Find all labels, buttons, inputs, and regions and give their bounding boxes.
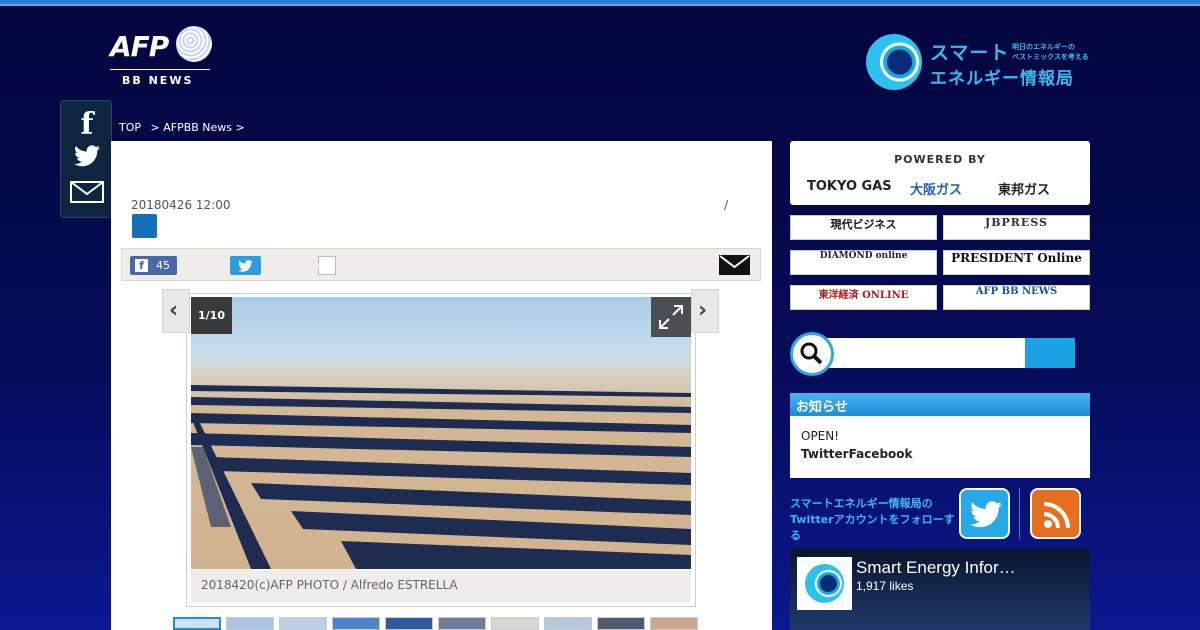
gallery-thumbnails xyxy=(173,617,703,630)
afp-logo-sub: BB NEWS xyxy=(122,74,194,87)
powered-by-box: POWERED BY TOKYO GAS 大阪ガス 東邦ガス xyxy=(790,141,1090,205)
gallery-next-button[interactable]: › xyxy=(691,289,719,333)
globe-icon xyxy=(805,564,844,603)
search-input[interactable] xyxy=(810,338,1050,368)
site-title-line2: エネルギー情報局 xyxy=(930,69,1074,89)
globe-icon xyxy=(866,34,922,90)
mail-icon[interactable] xyxy=(61,181,113,207)
top-accent-bar xyxy=(0,0,1200,6)
site-tagline-line1: 明日のエネルギーの xyxy=(1012,43,1075,51)
facebook-share-button[interactable]: f 45 xyxy=(130,256,177,275)
notice-box: お知らせ OPEN! TwitterFacebook xyxy=(790,393,1090,478)
sponsor-toho-gas[interactable]: 東邦ガス xyxy=(998,179,1050,198)
twitter-icon xyxy=(970,501,1002,528)
smart-energy-logo[interactable]: スマート 明日のエネルギーの ベストミックスを考える エネルギー情報局 xyxy=(866,34,1098,92)
rss-icon xyxy=(1043,502,1070,529)
date-separator: / xyxy=(724,198,729,212)
social-share-sidebar: f xyxy=(60,100,112,218)
breadcrumb-afpbb-link[interactable]: > AFPBB News > xyxy=(151,121,245,134)
expand-button[interactable] xyxy=(651,297,691,337)
thumbnail[interactable] xyxy=(226,617,274,630)
hatena-bookmark-count[interactable] xyxy=(317,256,336,275)
partner-jbpress[interactable]: JBPRESS xyxy=(943,215,1090,240)
divider xyxy=(1019,488,1020,539)
logo-divider xyxy=(110,69,210,70)
notice-heading: お知らせ xyxy=(790,393,1090,416)
site-title-line1: スマート xyxy=(930,42,1010,64)
thumbnail[interactable] xyxy=(173,617,221,630)
twitter-icon[interactable] xyxy=(61,145,113,171)
partner-gendai-business[interactable]: 現代ビジネス xyxy=(790,215,937,240)
thumbnail[interactable] xyxy=(385,617,433,630)
twitter-follow-text[interactable]: スマートエネルギー情報局の Twitterアカウントをフォローする xyxy=(790,496,960,544)
thumbnail[interactable] xyxy=(491,617,539,630)
category-tag[interactable] xyxy=(132,214,157,238)
thumbnail[interactable] xyxy=(650,617,698,630)
mail-share-button[interactable] xyxy=(719,255,750,275)
gallery-photo[interactable]: 1/10 xyxy=(191,297,691,569)
facebook-icon: f xyxy=(135,259,148,272)
mail-icon xyxy=(719,255,750,275)
photo-counter: 1/10 xyxy=(191,297,232,334)
gallery-prev-button[interactable]: ‹ xyxy=(162,289,190,333)
partner-toyo-keizai[interactable]: 東洋経済 ONLINE xyxy=(790,285,937,310)
notice-line1: OPEN! xyxy=(801,429,840,443)
search-icon[interactable] xyxy=(790,332,834,376)
article-card: 20180426 12:00 / f 45 1/10 2018420(c)AFP… xyxy=(111,141,772,630)
thumbnail[interactable] xyxy=(597,617,645,630)
article-date: 20180426 12:00 xyxy=(131,198,231,212)
expand-icon xyxy=(659,305,683,329)
photo-gallery: 1/10 2018420(c)AFP PHOTO / Alfredo ESTRE… xyxy=(186,293,696,607)
thumbnail[interactable] xyxy=(438,617,486,630)
facebook-icon[interactable]: f xyxy=(61,107,113,142)
sponsor-osaka-gas[interactable]: 大阪ガス xyxy=(910,179,962,198)
breadcrumb: TOP > AFPBB News > xyxy=(119,121,251,134)
sponsor-tokyo-gas[interactable]: TOKYO GAS xyxy=(807,179,892,194)
fb-page-likes: 1,917 likes xyxy=(856,579,914,593)
afp-bb-news-logo[interactable]: AFP BB NEWS xyxy=(108,24,214,88)
rss-feed-button[interactable] xyxy=(1030,488,1081,539)
notice-line2[interactable]: TwitterFacebook xyxy=(801,447,913,461)
chevron-right-icon: › xyxy=(698,298,708,323)
solar-farm-photo xyxy=(191,385,691,569)
search-button[interactable] xyxy=(1025,338,1075,368)
thumbnail[interactable] xyxy=(544,617,592,630)
breadcrumb-top-link[interactable]: TOP xyxy=(119,121,141,134)
partner-afpbb-news[interactable]: AFP BB NEWS xyxy=(943,285,1090,310)
thumbnail[interactable] xyxy=(279,617,327,630)
facebook-share-count: 45 xyxy=(156,259,170,272)
twitter-follow-button[interactable] xyxy=(959,488,1010,539)
partner-president-online[interactable]: PRESIDENT Online xyxy=(943,250,1090,275)
photo-caption: 2018420(c)AFP PHOTO / Alfredo ESTRELLA xyxy=(191,570,691,602)
thumbnail[interactable] xyxy=(332,617,380,630)
chevron-left-icon: ‹ xyxy=(169,298,179,323)
partner-diamond-online[interactable]: DIAMOND online xyxy=(790,250,937,275)
search-box xyxy=(790,332,1090,376)
site-tagline-line2: ベストミックスを考える xyxy=(1012,53,1089,61)
twitter-share-button[interactable] xyxy=(230,256,261,275)
fb-page-name[interactable]: Smart Energy Infor… xyxy=(856,558,1016,578)
twitter-icon xyxy=(238,260,253,272)
facebook-page-widget[interactable]: Smart Energy Infor… 1,917 likes xyxy=(790,549,1090,630)
afp-logo-text: AFP xyxy=(110,30,169,63)
powered-by-label: POWERED BY xyxy=(894,153,986,166)
share-bar: f 45 xyxy=(121,248,761,281)
page-avatar[interactable] xyxy=(797,557,852,610)
globe-icon xyxy=(176,26,212,62)
